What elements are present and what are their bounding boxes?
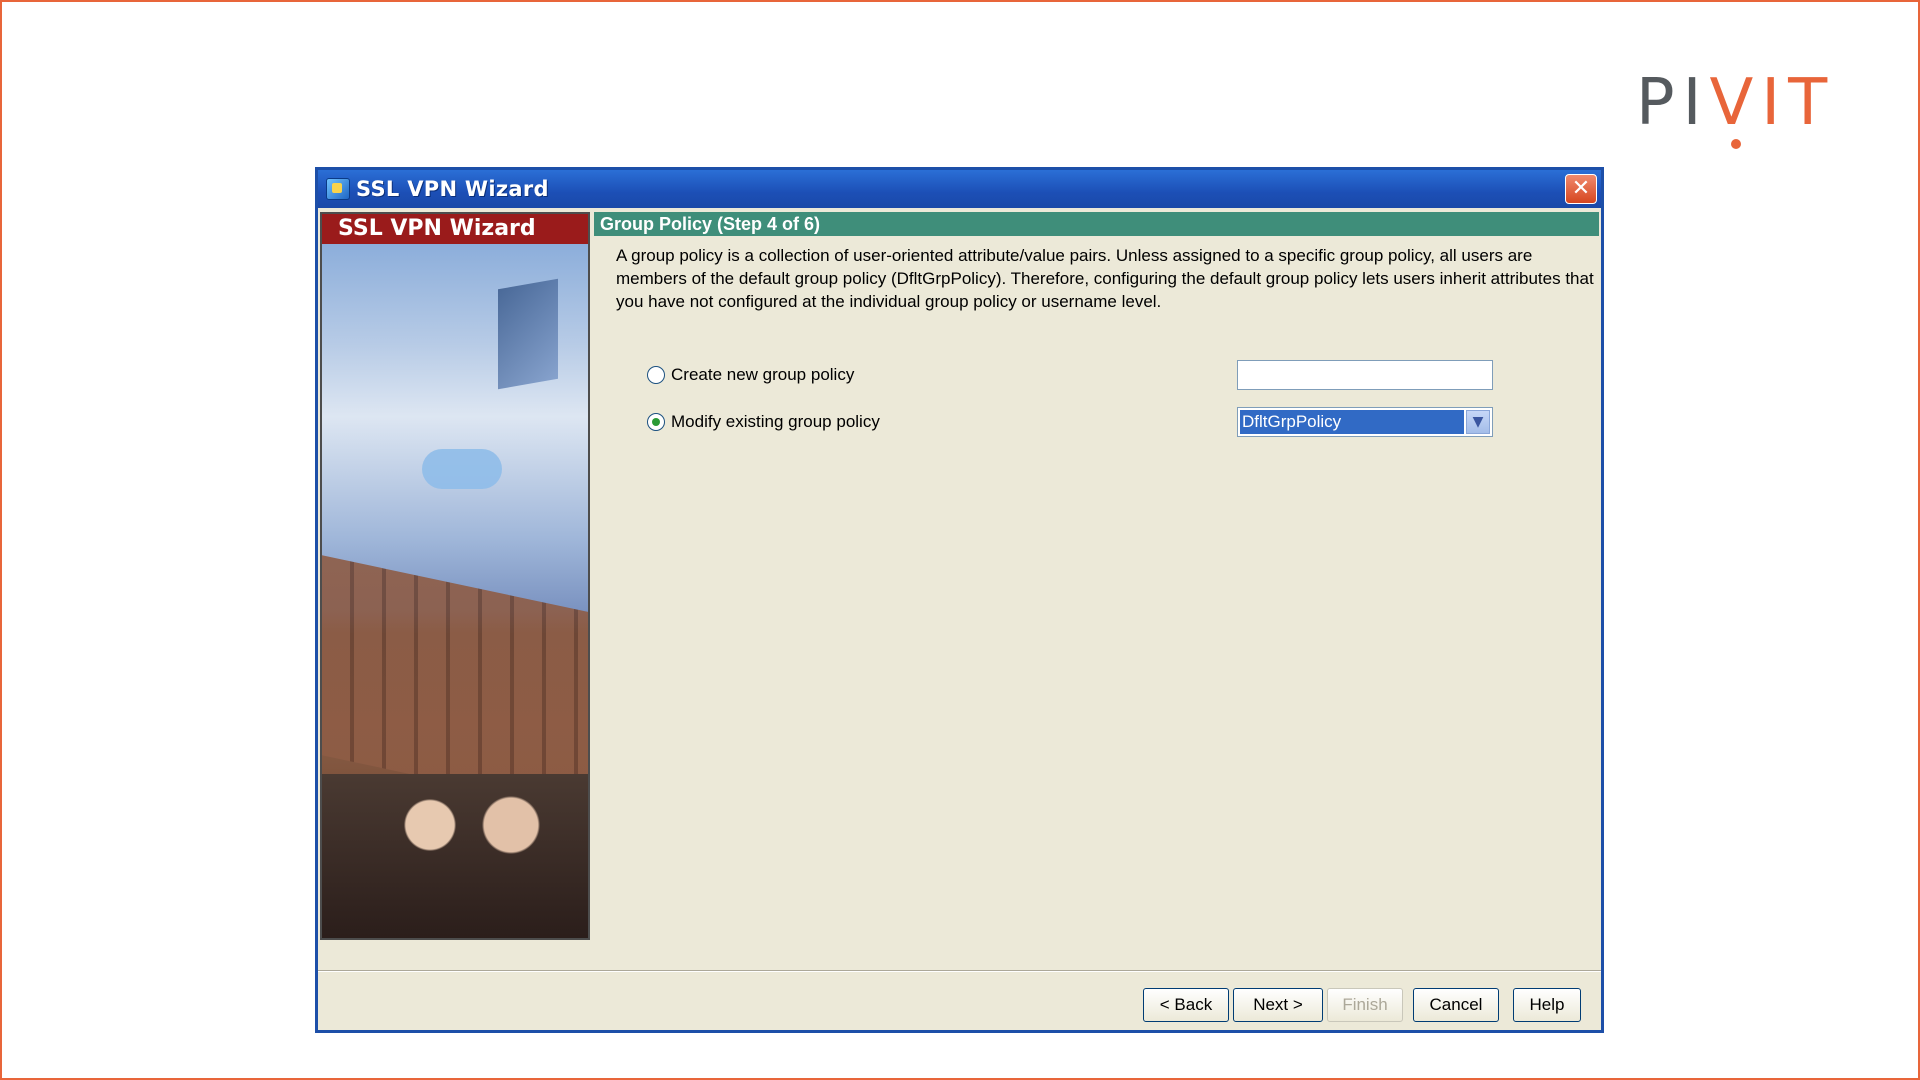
modify-policy-option[interactable]: Modify existing group policy <box>647 408 880 436</box>
create-policy-label: Create new group policy <box>671 365 855 384</box>
existing-policy-value: DfltGrpPolicy <box>1240 410 1464 434</box>
wizard-content: Group Policy (Step 4 of 6) A group polic… <box>594 212 1599 970</box>
create-policy-option[interactable]: Create new group policy <box>647 361 854 389</box>
pivit-logo: PI VIT <box>1636 66 1835 149</box>
people-photo <box>322 774 588 938</box>
ssl-vpn-wizard-window: SSL VPN Wizard ✕ SSL VPN Wizard Group Po… <box>315 167 1604 1033</box>
next-button[interactable]: Next > <box>1233 988 1323 1022</box>
wizard-side-image: SSL VPN Wizard <box>320 212 590 940</box>
help-button[interactable]: Help <box>1513 988 1581 1022</box>
modify-policy-radio[interactable] <box>647 413 665 431</box>
logo-text-right: VIT <box>1709 71 1835 149</box>
finish-button[interactable]: Finish <box>1327 988 1403 1022</box>
title-bar[interactable]: SSL VPN Wizard ✕ <box>318 170 1601 208</box>
chevron-down-icon[interactable]: ▼ <box>1466 410 1490 434</box>
logo-text-right-label: VIT <box>1709 66 1836 140</box>
existing-policy-select[interactable]: DfltGrpPolicy ▼ <box>1237 407 1493 437</box>
modify-policy-label: Modify existing group policy <box>671 412 880 431</box>
close-button[interactable]: ✕ <box>1565 174 1597 204</box>
step-header: Group Policy (Step 4 of 6) <box>594 212 1599 236</box>
back-button[interactable]: < Back <box>1143 988 1229 1022</box>
logo-text-left: PI <box>1636 66 1710 140</box>
app-icon <box>326 178 350 200</box>
side-banner: SSL VPN Wizard <box>322 214 588 244</box>
internet-cloud-icon <box>422 449 502 489</box>
cancel-button[interactable]: Cancel <box>1413 988 1499 1022</box>
new-policy-name-input[interactable] <box>1237 360 1493 390</box>
footer-divider <box>318 970 1601 972</box>
step-description: A group policy is a collection of user-o… <box>616 246 1594 311</box>
create-policy-radio[interactable] <box>647 366 665 384</box>
window-title: SSL VPN Wizard <box>356 177 549 201</box>
building-icon <box>498 278 558 390</box>
